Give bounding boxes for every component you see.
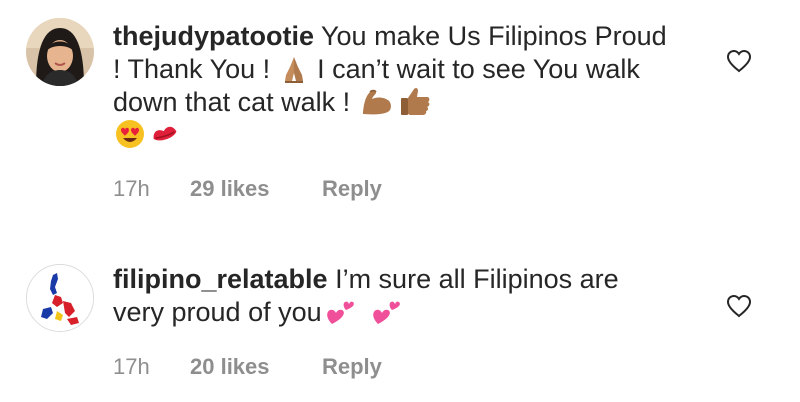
comment-meta: 17h 20 likes Reply	[113, 354, 382, 380]
comment-item: thejudypatootie You make Us Filipinos Pr…	[0, 0, 800, 230]
flexed-biceps-emoji-icon	[360, 86, 394, 116]
like-heart-icon[interactable]	[726, 49, 752, 73]
heart-eyes-emoji-icon	[115, 119, 145, 149]
comment-timestamp[interactable]: 17h	[113, 354, 190, 380]
comment-username[interactable]: filipino_relatable	[113, 264, 328, 294]
comment-username[interactable]: thejudypatootie	[113, 21, 314, 51]
like-heart-icon[interactable]	[726, 294, 752, 318]
avatar[interactable]	[26, 18, 94, 86]
two-hearts-emoji-icon	[324, 296, 358, 326]
avatar[interactable]	[26, 264, 94, 332]
folded-hands-emoji-icon	[280, 55, 308, 83]
reply-button[interactable]: Reply	[322, 354, 382, 380]
thumbs-up-emoji-icon	[398, 86, 432, 116]
comment-meta: 17h 29 likes Reply	[113, 176, 382, 202]
comment-likes-count[interactable]: 29 likes	[190, 176, 322, 202]
kiss-mark-emoji-icon	[149, 121, 181, 149]
comment-text: thejudypatootie You make Us Filipinos Pr…	[113, 20, 673, 152]
reply-button[interactable]: Reply	[322, 176, 382, 202]
two-hearts-emoji-icon	[370, 296, 404, 326]
comment-item: filipino_relatable I’m sure all Filipino…	[0, 250, 800, 402]
comment-timestamp[interactable]: 17h	[113, 176, 190, 202]
comment-text: filipino_relatable I’m sure all Filipino…	[113, 263, 673, 329]
comment-likes-count[interactable]: 20 likes	[190, 354, 322, 380]
